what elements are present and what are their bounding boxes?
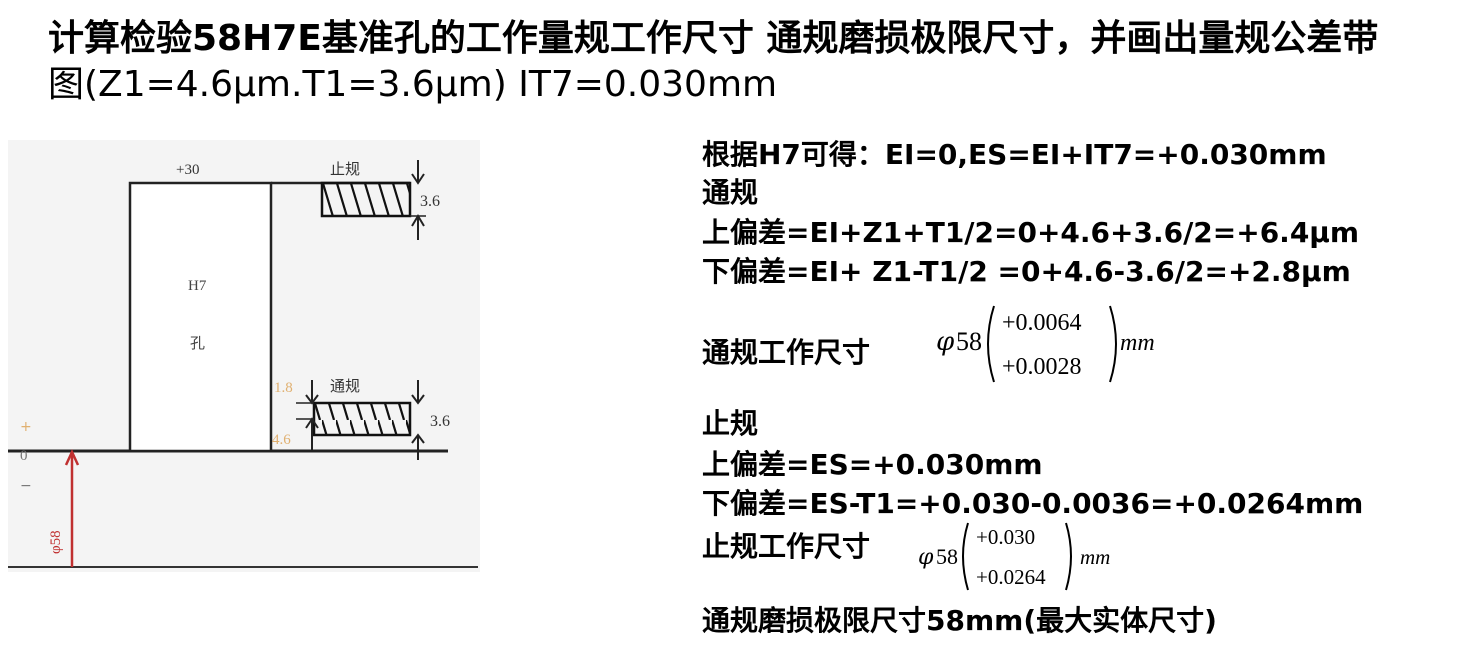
- nogo-upper-deviation: 上偏差=ES=+0.030mm: [702, 448, 1043, 481]
- nogo-width-label: 3.6: [420, 193, 440, 210]
- minus-sign: −: [20, 478, 32, 494]
- zero-label: 0: [20, 448, 28, 464]
- nogo-size-label: 止规工作尺寸: [702, 530, 871, 563]
- go-upper-deviation: 上偏差=EI+Z1+T1/2=0+4.6+3.6/2=+6.4μm: [702, 216, 1360, 249]
- go-base-size: 58: [956, 327, 982, 356]
- wear-limit-text: 通规磨损极限尺寸58mm(最大实体尺寸): [702, 604, 1217, 637]
- plus-sign: +: [20, 419, 32, 435]
- top-deviation-label: +30: [176, 162, 199, 178]
- calc-line-h7: 根据H7可得：EI=0,ES=EI+IT7=+0.030mm: [702, 138, 1327, 171]
- nogo-gauge-zone: [320, 181, 412, 218]
- go-size-formula: φ 58 +0.0064 +0.0028 mm: [936, 305, 1155, 383]
- title-line-1: 计算检验58H7E基准孔的工作量规工作尺寸 通规磨损极限尺寸，并画出量规公差带: [48, 18, 1379, 59]
- nogo-size-formula: φ 58 +0.030 +0.0264 mm: [918, 522, 1110, 591]
- h7-zone: [128, 181, 273, 453]
- go-unit: mm: [1120, 330, 1155, 356]
- go-gauge-zone: [312, 401, 412, 437]
- go-width-label: 3.6: [430, 413, 450, 430]
- nogo-base-size: 58: [936, 544, 958, 569]
- hole-label: 孔: [190, 335, 205, 352]
- half-t-label: 1.8: [274, 380, 293, 396]
- go-heading: 通规: [702, 176, 759, 209]
- nogo-unit: mm: [1080, 545, 1110, 569]
- nogo-lower-value: +0.0264: [976, 565, 1046, 589]
- go-phi-symbol: φ: [936, 327, 955, 357]
- nogo-gauge-label: 止规: [330, 161, 360, 178]
- go-lower-deviation: 下偏差=EI+ Z1-T1/2 =0+4.6-3.6/2=+2.8μm: [702, 255, 1351, 288]
- go-upper-value: +0.0064: [1002, 310, 1082, 336]
- basic-size-label: φ58: [48, 530, 64, 554]
- z1-label: 4.6: [272, 432, 291, 448]
- go-lower-value: +0.0028: [1002, 354, 1082, 380]
- gauge-tolerance-diagram: +30 H7 孔 止规 3.6 通规 3.6 1.8 4.6 + 0 − φ58: [8, 140, 480, 572]
- problem-title: 计算检验58H7E基准孔的工作量规工作尺寸 通规磨损极限尺寸，并画出量规公差带 …: [48, 16, 1473, 108]
- title-line-2: 图(Z1=4.6μm.T1=3.6μm) IT7=0.030mm: [48, 64, 778, 105]
- nogo-upper-value: +0.030: [976, 525, 1035, 549]
- go-gauge-label: 通规: [330, 378, 360, 395]
- nogo-phi-symbol: φ: [918, 545, 934, 570]
- go-size-label: 通规工作尺寸: [702, 336, 871, 369]
- nogo-heading: 止规: [702, 407, 759, 440]
- h7-label: H7: [188, 278, 207, 294]
